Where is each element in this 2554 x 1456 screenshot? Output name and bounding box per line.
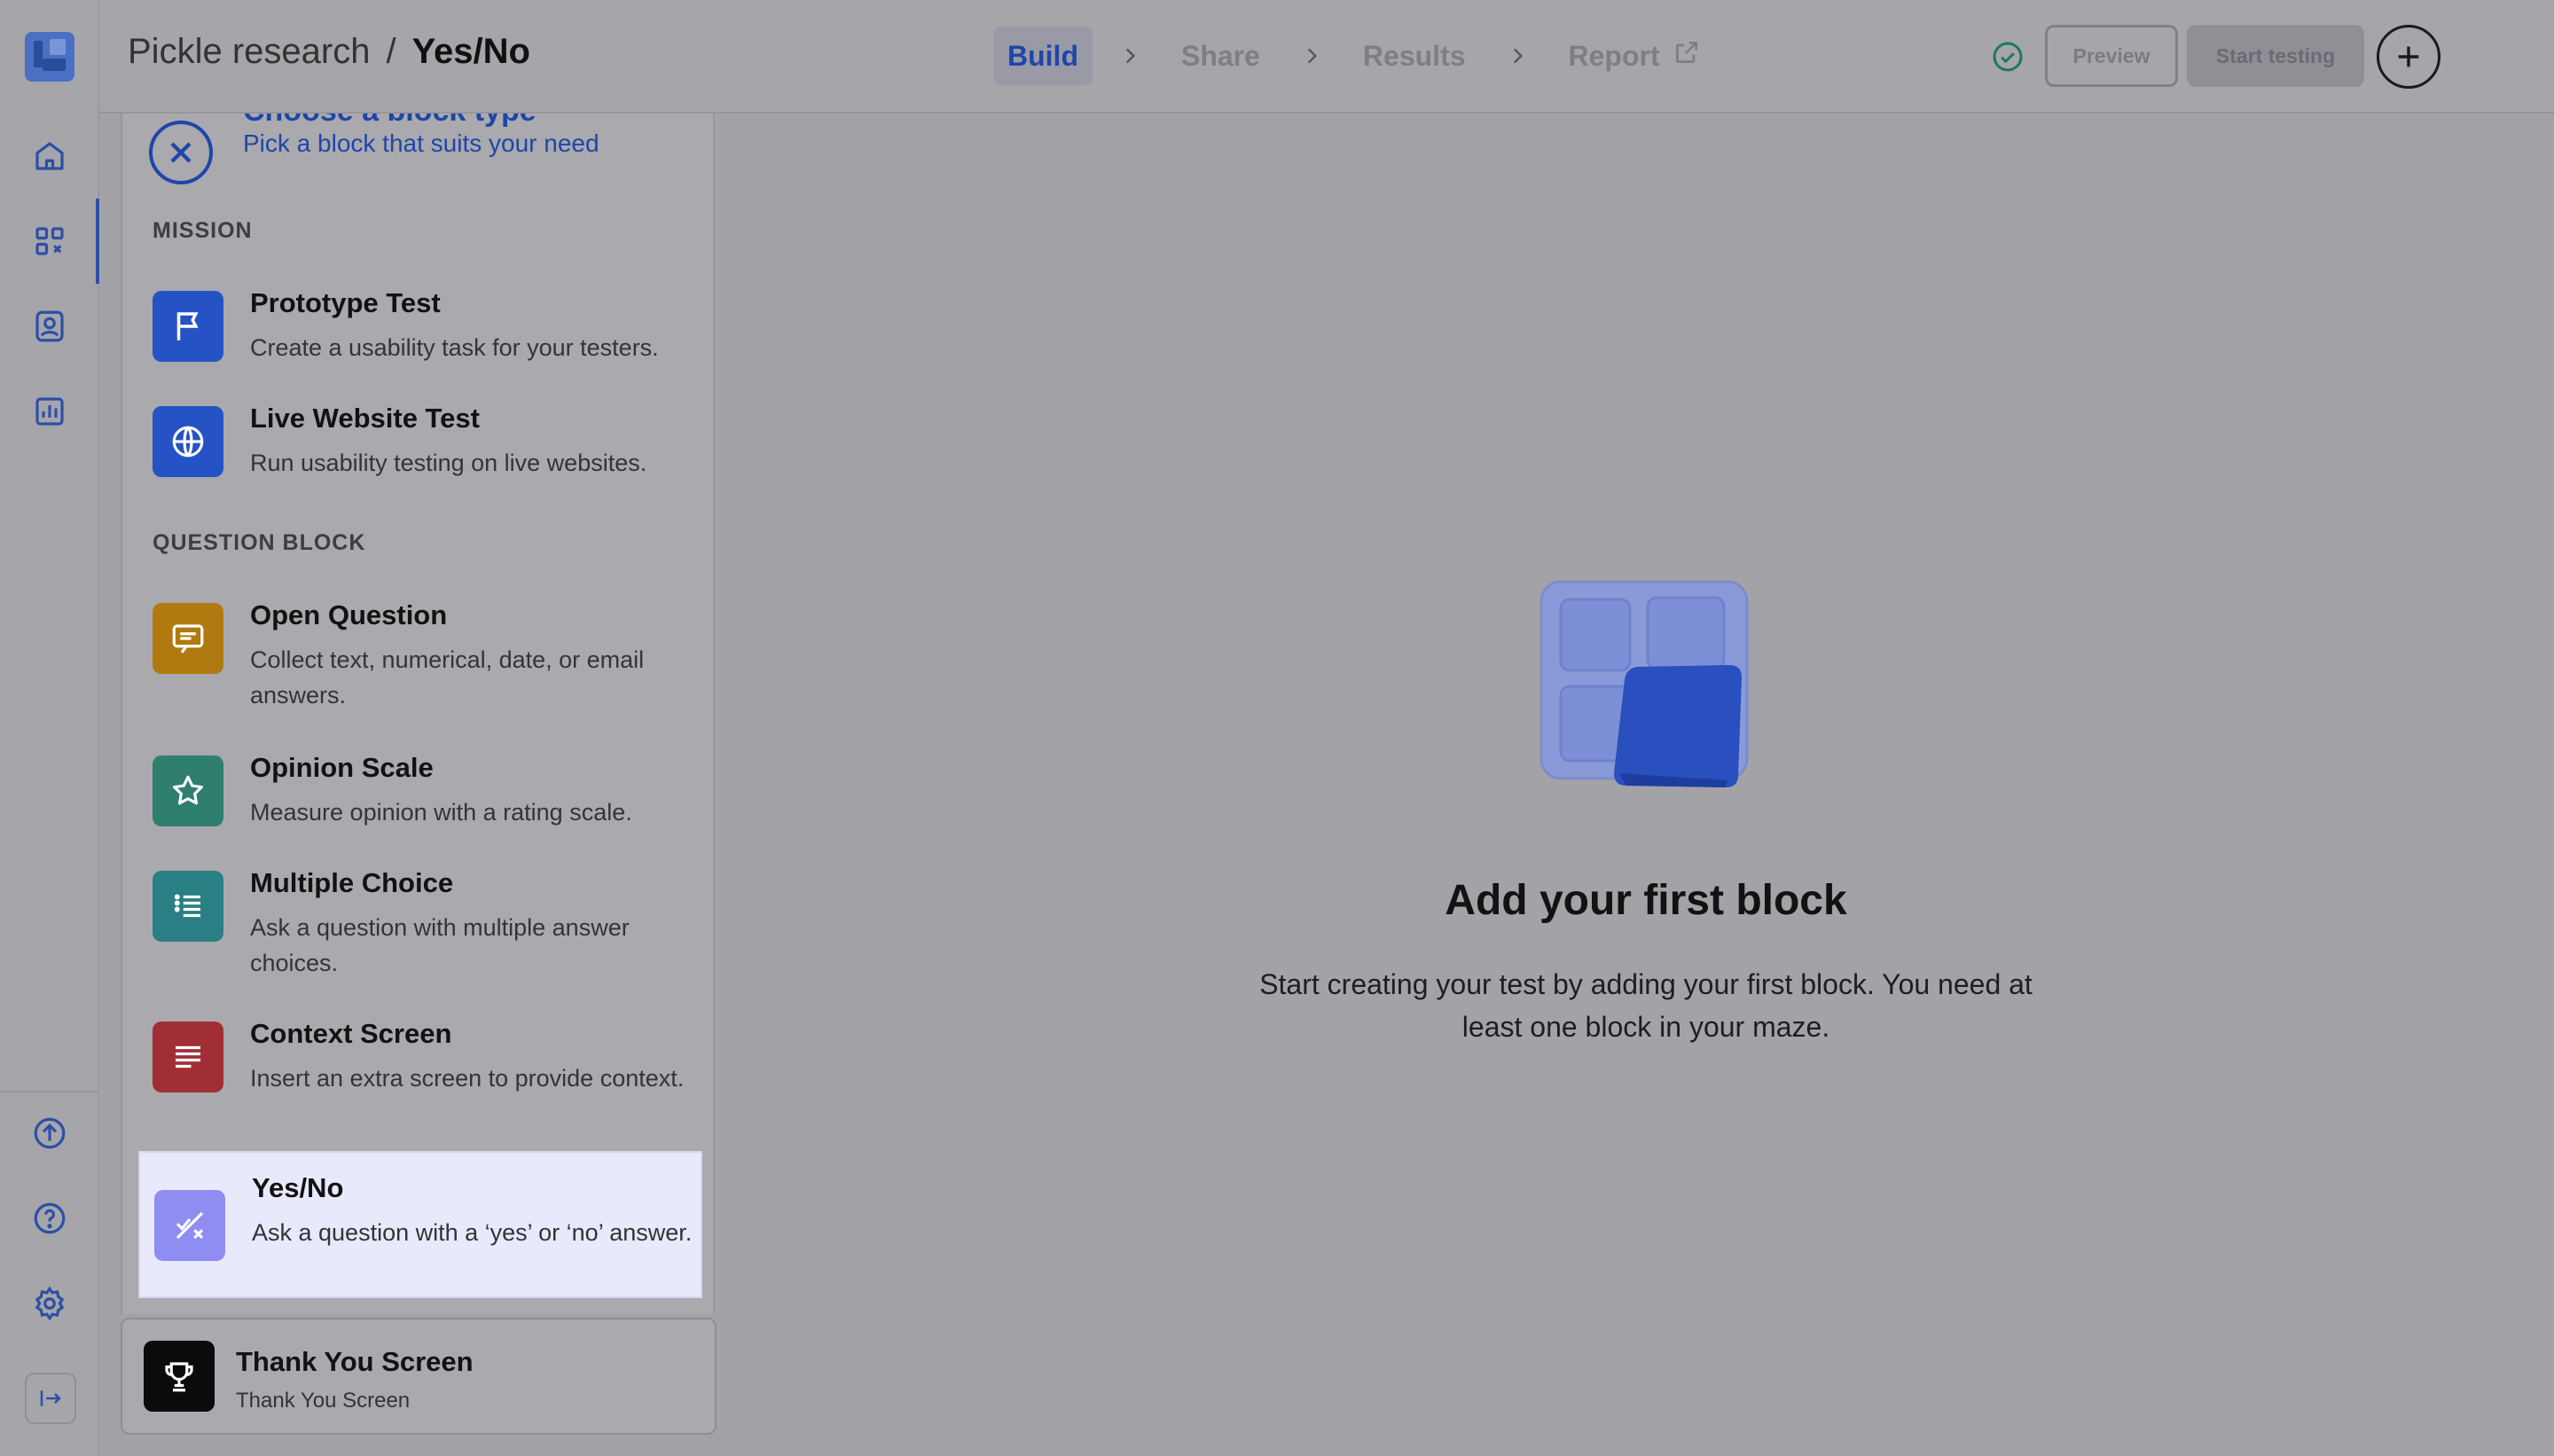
nav-rail — [0, 0, 99, 1456]
chevron-right-icon — [1496, 44, 1539, 67]
block-context-screen[interactable]: Context Screen Insert an extra screen to… — [138, 1011, 702, 1147]
chevron-right-icon — [1290, 44, 1333, 67]
blocks-illustration — [1539, 580, 1749, 787]
saved-check-icon — [1993, 42, 2023, 72]
builder-canvas: Add your first block Start creating your… — [738, 114, 2554, 1456]
step-results[interactable]: Results — [1349, 27, 1480, 85]
panel-header: Choose a block type Pick a block that su… — [149, 114, 699, 211]
block-description: Ask a question with multiple answer choi… — [250, 914, 630, 976]
block-description: Ask a question with a ‘yes’ or ‘no’ answ… — [252, 1219, 693, 1246]
block-title: Opinion Scale — [250, 752, 434, 783]
block-opinion-scale[interactable]: Opinion Scale Measure opinion with a rat… — [138, 745, 702, 844]
panel-subtitle: Pick a block that suits your need — [243, 129, 599, 157]
block-description: Create a usability task for your testers… — [250, 334, 659, 361]
block-prototype-test[interactable]: Prototype Test Create a usability task f… — [138, 280, 702, 380]
block-title: Open Question — [250, 599, 448, 630]
section-label-question-block: QUESTION BLOCK — [153, 530, 366, 555]
comment-icon — [153, 603, 223, 674]
block-description: Run usability testing on live websites. — [250, 450, 647, 476]
empty-state-title: Add your first block — [1445, 877, 1847, 924]
settings-icon[interactable] — [23, 1277, 76, 1330]
block-description: Insert an extra screen to provide contex… — [250, 1065, 685, 1092]
upload-icon[interactable] — [23, 1107, 76, 1160]
block-type-panel: Choose a block type Pick a block that su… — [121, 114, 715, 1314]
block-open-question[interactable]: Open Question Collect text, numerical, d… — [138, 592, 702, 729]
preview-button[interactable]: Preview — [2045, 25, 2178, 87]
current-block-name: Yes/No — [411, 32, 530, 71]
chevron-right-icon — [1109, 44, 1151, 67]
step-report[interactable]: Report — [1555, 27, 1715, 85]
section-label-mission: MISSION — [153, 218, 253, 243]
external-link-icon — [1673, 38, 1701, 74]
block-title: Multiple Choice — [250, 867, 454, 898]
block-multiple-choice[interactable]: Multiple Choice Ask a question with mult… — [138, 860, 702, 997]
analytics-icon[interactable] — [23, 385, 76, 438]
empty-state-description: Start creating your test by adding your … — [1259, 968, 2033, 1043]
list-icon — [153, 871, 223, 942]
add-icon[interactable] — [2377, 25, 2440, 89]
thank-you-title: Thank You Screen — [236, 1346, 474, 1377]
rail-divider — [0, 1091, 98, 1092]
step-share[interactable]: Share — [1167, 27, 1274, 85]
active-nav-indicator — [96, 199, 99, 284]
collapse-icon[interactable] — [25, 1373, 76, 1424]
top-bar: Pickle research / Yes/No Build Share Res… — [99, 0, 2554, 114]
breadcrumb: Pickle research / Yes/No — [128, 32, 530, 72]
block-description: Measure opinion with a rating scale. — [250, 799, 632, 826]
workflow-steps: Build Share Results Report — [993, 27, 1715, 85]
step-build[interactable]: Build — [993, 27, 1093, 85]
block-title: Context Screen — [250, 1018, 452, 1049]
block-title: Yes/No — [252, 1172, 344, 1203]
start-testing-button[interactable]: Start testing — [2187, 25, 2364, 87]
home-icon[interactable] — [23, 129, 76, 183]
testers-icon[interactable] — [23, 300, 76, 353]
panel-title: Choose a block type — [243, 114, 537, 129]
thank-you-subtitle: Thank You Screen — [236, 1389, 411, 1413]
block-title: Live Website Test — [250, 403, 480, 434]
globe-icon — [153, 406, 223, 477]
flag-icon — [153, 291, 223, 362]
block-live-website-test[interactable]: Live Website Test Run usability testing … — [138, 395, 702, 495]
close-icon[interactable] — [149, 121, 213, 184]
text-lines-icon — [153, 1022, 223, 1092]
block-description: Collect text, numerical, date, or email … — [250, 646, 645, 708]
block-yes-no[interactable]: Yes/No Ask a question with a ‘yes’ or ‘n… — [138, 1151, 702, 1298]
blocks-icon[interactable] — [23, 215, 76, 268]
step-report-label: Report — [1568, 39, 1660, 72]
help-icon[interactable] — [23, 1192, 76, 1245]
breadcrumb-separator: / — [386, 32, 396, 71]
project-name[interactable]: Pickle research — [128, 32, 370, 72]
app-logo[interactable] — [25, 32, 74, 82]
block-title: Prototype Test — [250, 287, 441, 318]
trophy-icon — [144, 1341, 215, 1412]
thank-you-screen-card[interactable]: Thank You Screen Thank You Screen — [121, 1318, 717, 1435]
yes-no-icon — [154, 1190, 225, 1261]
star-icon — [153, 755, 223, 826]
